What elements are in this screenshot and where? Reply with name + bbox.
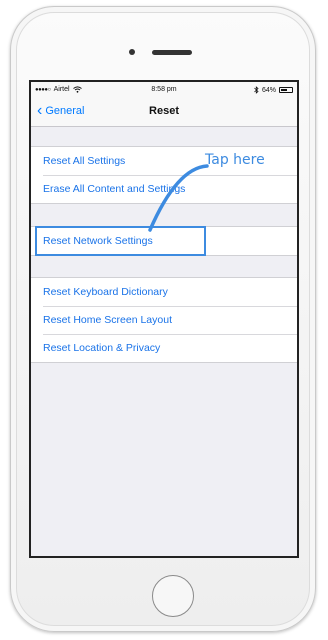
home-button[interactable] <box>152 575 194 617</box>
earpiece-speaker <box>152 50 192 55</box>
front-camera-icon <box>129 49 135 55</box>
phone-screen: ●●●●○ Airtel 8:58 pm 64% ‹ General Reset <box>29 80 299 558</box>
callout-text: Tap here <box>205 152 265 168</box>
